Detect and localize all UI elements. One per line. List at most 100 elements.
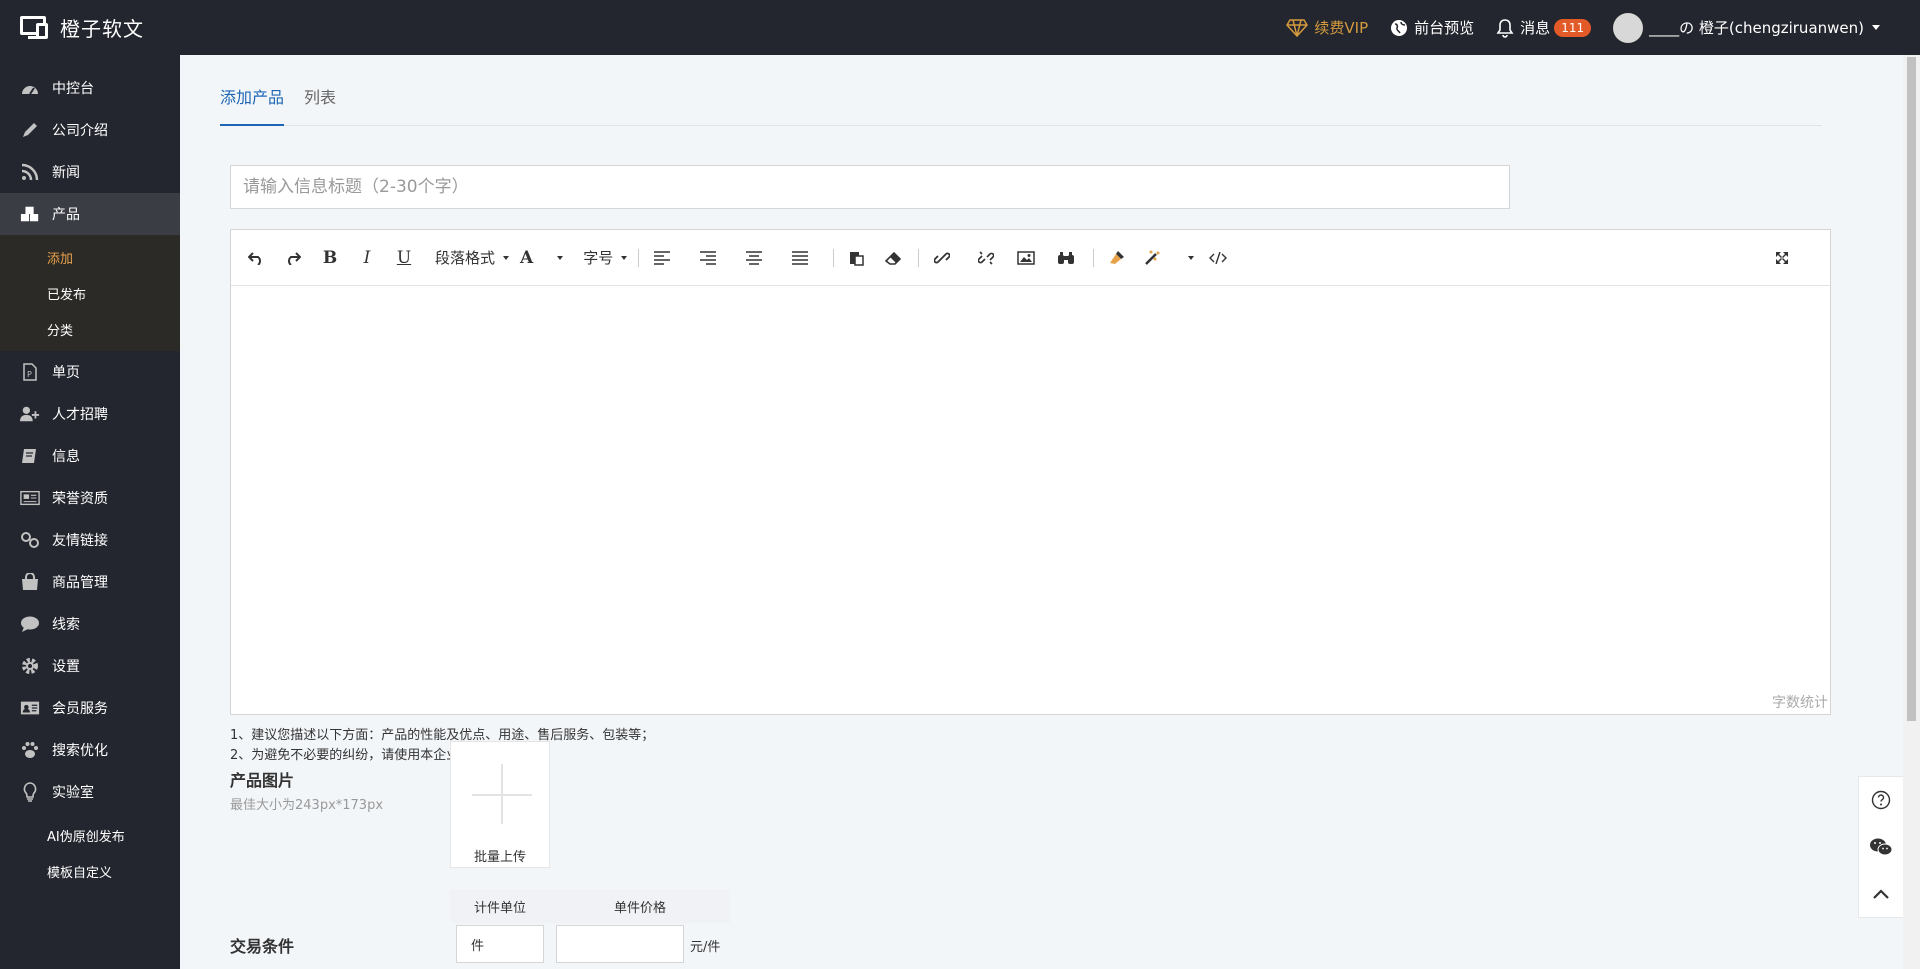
trade-conditions-label: 交易条件 [230,937,295,956]
submenu-item-published[interactable]: 已发布 [0,275,180,311]
tab-bar: 添加产品 列表 [220,87,1822,126]
sidebar: 中控台 公司介绍 新闻 产品 添加 已发布 分类 P 单页 人才招聘 信息 荣誉… [0,55,180,969]
submenu-item-template[interactable]: 模板自定义 [0,853,180,889]
toolbar-divider [1093,248,1095,267]
fullscreen-icon[interactable] [1769,244,1795,272]
main-content: 添加产品 列表 B I U 段落格式 A 字号 [180,55,1900,969]
sidebar-item-label: 产品 [52,207,80,223]
source-code-icon[interactable] [1205,244,1231,272]
sidebar-item-settings[interactable]: 设置 [0,645,180,687]
vip-label: 续费VIP [1314,19,1369,37]
image-icon[interactable] [1013,244,1039,272]
paste-icon[interactable] [844,244,870,272]
bold-icon[interactable]: B [317,244,343,272]
user-plus-icon [20,405,40,423]
floating-toolbar [1858,776,1904,918]
sidebar-item-label: 实验室 [52,785,94,801]
dashboard-icon [20,79,40,97]
sidebar-item-label: 荣誉资质 [52,491,108,507]
messages-label: 消息 [1520,19,1551,37]
link-icon[interactable] [929,244,955,272]
sidebar-item-links[interactable]: 友情链接 [0,519,180,561]
messages-link[interactable]: 消息 111 [1496,17,1592,38]
front-preview-link[interactable]: 前台预览 [1390,17,1474,38]
sidebar-item-dashboard[interactable]: 中控台 [0,67,180,109]
sidebar-item-label: 信息 [52,449,80,465]
user-name: ____の 橙子(chengziruanwen) [1649,19,1864,37]
magic-wand-icon[interactable] [1144,244,1195,272]
format-brush-icon[interactable] [1104,244,1130,272]
sidebar-item-news[interactable]: 新闻 [0,151,180,193]
wechat-icon[interactable] [1868,834,1894,860]
batch-upload-label: 批量上传 [473,850,526,865]
editor-content-area[interactable]: 字数统计 [231,286,1830,714]
sidebar-item-lab[interactable]: 实验室 [0,771,180,813]
tab-add-product[interactable]: 添加产品 [220,87,285,126]
redo-icon[interactable] [280,244,306,272]
price-input[interactable] [556,925,684,963]
toolbar-divider [918,248,920,267]
rss-icon [20,163,40,181]
sidebar-item-label: 公司介绍 [52,123,108,139]
back-to-top-icon[interactable] [1868,881,1894,907]
help-icon[interactable] [1868,787,1894,813]
id-card-icon [20,699,40,717]
undo-icon[interactable] [243,244,269,272]
align-left-icon[interactable] [649,244,675,272]
align-right-icon[interactable] [695,244,721,272]
align-justify-icon[interactable] [787,244,813,272]
brand-name: 橙子软文 [60,17,144,41]
sidebar-item-member[interactable]: 会员服务 [0,687,180,729]
eraser-icon[interactable] [881,244,907,272]
shopping-bag-icon [20,573,40,591]
title-input[interactable] [230,165,1510,209]
sidebar-item-product[interactable]: 产品 [0,193,180,235]
tab-list[interactable]: 列表 [304,87,336,126]
paragraph-format-label: 段落格式 [435,249,496,267]
product-image-hint: 最佳大小为243px*173px [230,798,384,813]
chevron-down-icon [621,255,628,260]
lab-submenu: AI伪原创发布 模板自定义 [0,813,180,889]
user-menu[interactable]: ____の 橙子(chengziruanwen) [1613,12,1880,43]
unlink-icon[interactable] [973,244,999,272]
link-icon [20,531,40,549]
sidebar-item-goods[interactable]: 商品管理 [0,561,180,603]
search-replace-icon[interactable] [1053,244,1079,272]
chevron-down-icon [557,255,564,260]
globe-icon [1391,19,1408,36]
price-header: 单件价格 [613,900,666,916]
align-center-icon[interactable] [741,244,767,272]
unit-input[interactable] [456,925,544,963]
brand[interactable]: 橙子软文 [0,0,180,55]
sidebar-item-honor[interactable]: 荣誉资质 [0,477,180,519]
sidebar-item-recruit[interactable]: 人才招聘 [0,393,180,435]
top-right-menu: 续费VIP 前台预览 消息 111 ____の 橙子(chengziruanwe… [1264,0,1880,55]
sidebar-item-label: 友情链接 [52,533,108,549]
submenu-item-category[interactable]: 分类 [0,311,180,347]
sidebar-item-leads[interactable]: 线索 [0,603,180,645]
scrollbar[interactable] [1903,55,1920,969]
sidebar-item-company[interactable]: 公司介绍 [0,109,180,151]
sidebar-item-label: 搜索优化 [52,743,108,759]
font-family-dropdown[interactable]: A [520,244,564,272]
sidebar-item-label: 中控台 [52,81,94,97]
trade-table-header: 计件单位 单件价格 [450,889,730,923]
renew-vip-link[interactable]: 续费VIP [1286,17,1368,38]
bulb-icon [20,782,40,802]
sidebar-item-info[interactable]: 信息 [0,435,180,477]
font-size-dropdown[interactable]: 字号 [583,244,628,272]
sidebar-item-label: 人才招聘 [52,407,108,423]
italic-icon[interactable]: I [354,244,380,272]
paragraph-format-dropdown[interactable]: 段落格式 [435,244,510,272]
submenu-item-add[interactable]: 添加 [0,239,180,275]
book-icon [20,447,40,465]
underline-icon[interactable]: U [391,244,417,272]
submenu-item-ai-publish[interactable]: AI伪原创发布 [0,817,180,853]
sidebar-item-page[interactable]: P 单页 [0,351,180,393]
top-bar: 橙子软文 续费VIP 前台预览 消息 111 ____の 橙子(chengzir… [0,0,1920,55]
sidebar-item-seo[interactable]: 搜索优化 [0,729,180,771]
font-size-label: 字号 [583,249,614,267]
batch-upload-button[interactable]: 批量上传 [450,741,550,868]
chat-icon [20,615,40,633]
scrollbar-thumb[interactable] [1907,57,1916,721]
